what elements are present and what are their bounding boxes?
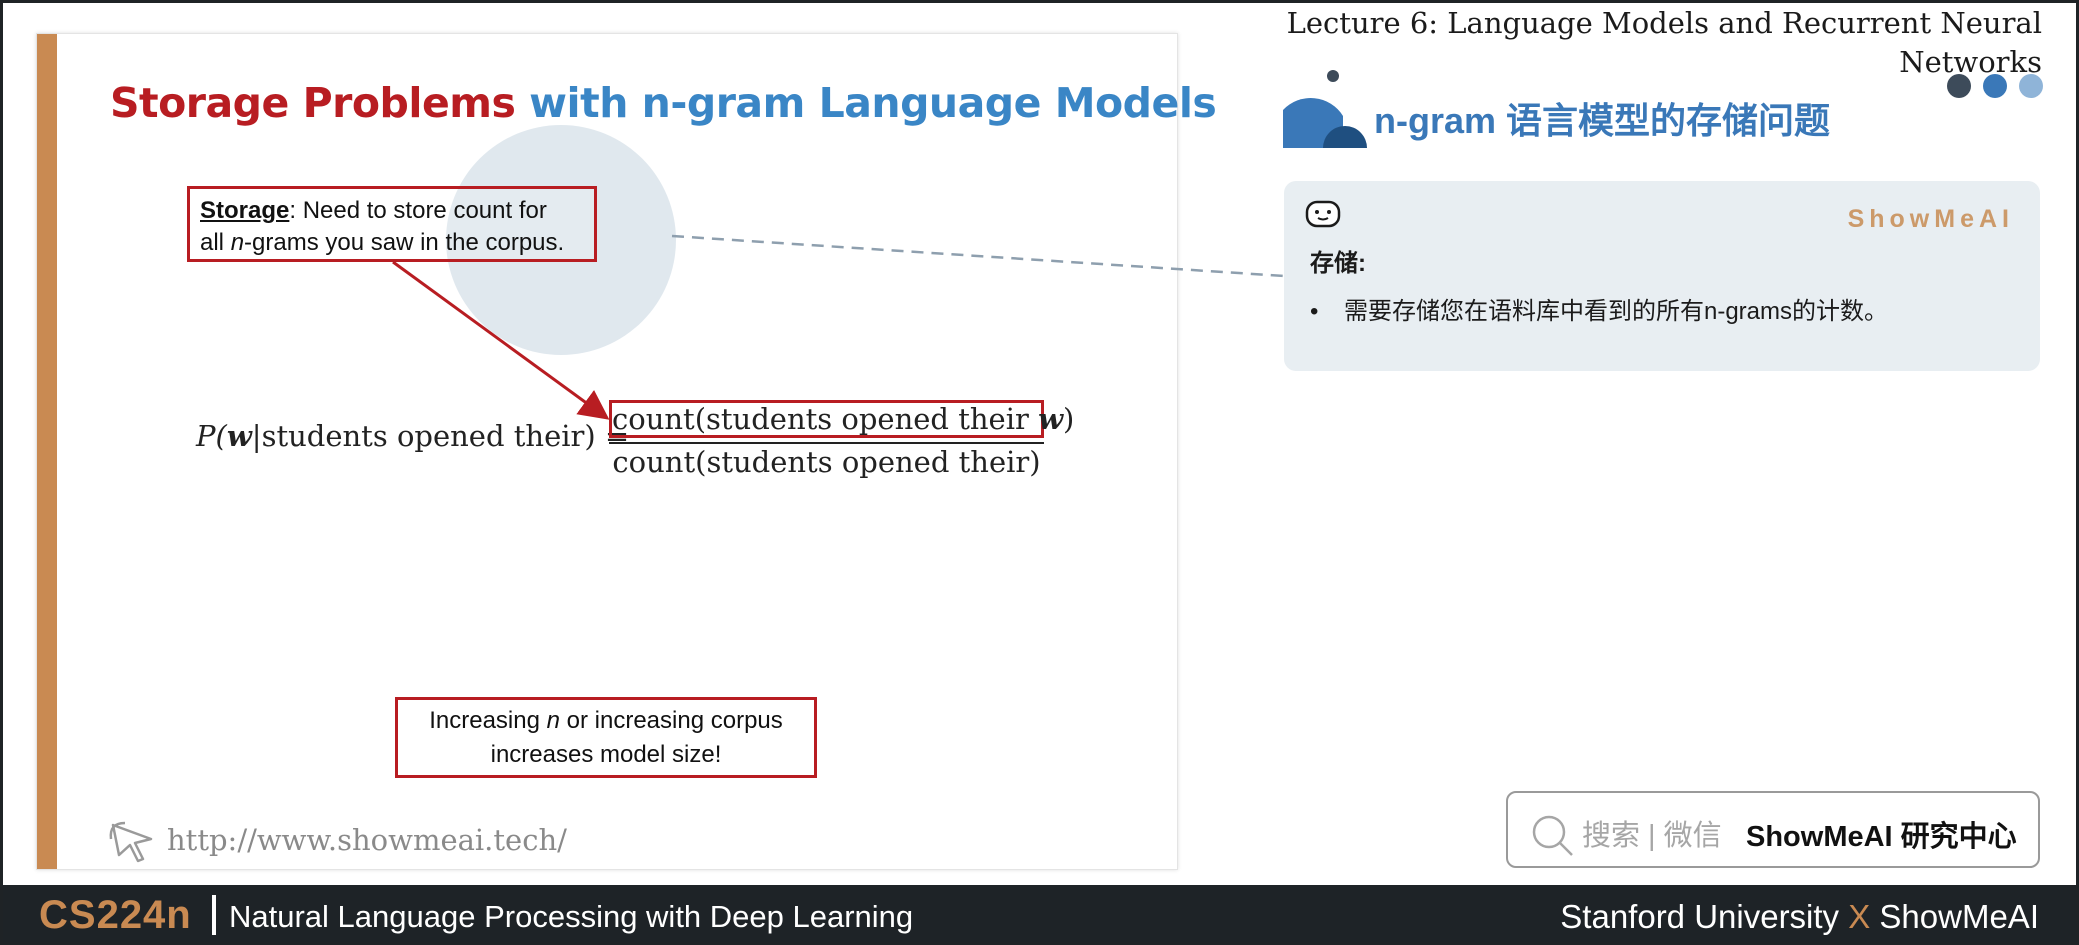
slide-title-red: Storage Problems: [110, 79, 516, 127]
increase-line-2: increases model size!: [490, 741, 722, 768]
formula-lhs-p: P(: [196, 419, 227, 453]
slide-title-blue: with n-gram Language Models: [515, 79, 1217, 127]
section-title: n-gram 语言模型的存储问题: [1374, 100, 1831, 141]
formula-lhs-rest: |students opened their) =: [251, 419, 630, 453]
storage-line-1: Storage: Need to store count for: [200, 195, 584, 227]
increase-rest: or increasing corpus: [559, 707, 783, 734]
search-icon: [1532, 815, 1573, 856]
storage-line-2: all n-grams you saw in the corpus.: [200, 227, 584, 259]
formula-lhs: P(w|students opened their) =: [196, 419, 629, 453]
storage-callout: Storage: Need to store count for all n-g…: [187, 186, 597, 262]
bullet: •: [1310, 298, 1319, 325]
note-heading: 存储:: [1310, 250, 1366, 277]
formula-lhs-w: w: [226, 419, 252, 453]
search-placeholder: 搜索 | 微信: [1582, 820, 1722, 852]
credit-left: Stanford University: [1560, 898, 1849, 935]
course-code: CS224n: [39, 893, 192, 937]
storage-line-2-rest: -grams you saw in the corpus.: [244, 229, 565, 256]
increase-pre: Increasing: [429, 707, 547, 734]
course-separator: [212, 895, 216, 935]
credit-x: X: [1848, 898, 1871, 935]
note-list-item: • 需要存储您在语料库中看到的所有n-grams的计数。: [1310, 291, 1888, 326]
url-text[interactable]: http://www.showmeai.tech/: [167, 823, 567, 857]
credit-right: ShowMeAI: [1870, 898, 2039, 935]
robot-icon: [1305, 200, 1341, 228]
dot-2: [1983, 74, 2007, 98]
formula-denominator: count(students opened their): [612, 445, 1041, 479]
lecture-title-line-1: Lecture 6: Language Models and Recurrent…: [1286, 6, 2042, 40]
storage-line-2-n: n: [230, 229, 245, 256]
formula-numerator: count(students opened their w): [609, 400, 1074, 438]
slide-title: Storage Problems with n-gram Language Mo…: [110, 79, 1217, 127]
slide-accent-bar: [37, 34, 57, 869]
note-brand: ShowMeAI: [1847, 205, 2014, 233]
credit: Stanford University X ShowMeAI: [1560, 898, 2039, 936]
storage-line-1-text: : Need to store count for: [289, 197, 547, 224]
dot-3: [2019, 74, 2043, 98]
slide-panel: Storage Problems with n-gram Language Mo…: [36, 33, 1217, 870]
cursor-icon: [109, 821, 153, 863]
dot-1: [1947, 74, 1971, 98]
course-name: Natural Language Processing with Deep Le…: [229, 899, 914, 934]
formula-numerator-text: count(students opened their: [612, 402, 1039, 436]
note-card: ShowMeAI 存储: • 需要存储您在语料库中看到的所有n-grams的计数。: [1284, 181, 2040, 371]
footer-bar: CS224n Natural Language Processing with …: [0, 885, 2079, 945]
search-box[interactable]: 搜索 | 微信 ShowMeAI 研究中心: [1506, 791, 2040, 868]
increase-callout: Increasing n or increasing corpus increa…: [395, 697, 817, 778]
storage-line-2-pre: all: [200, 229, 231, 256]
note-item-text: 需要存储您在语料库中看到的所有n-grams的计数。: [1344, 298, 1889, 325]
search-brand: ShowMeAI 研究中心: [1746, 821, 2017, 853]
formula-numerator-close: ): [1063, 402, 1075, 436]
storage-keyword: Storage: [200, 197, 290, 224]
increase-line-1: Increasing n or increasing corpus: [398, 704, 814, 738]
formula-numerator-w: w: [1038, 402, 1064, 436]
section-logo-icon: [1283, 70, 1367, 148]
increase-n: n: [546, 707, 560, 734]
